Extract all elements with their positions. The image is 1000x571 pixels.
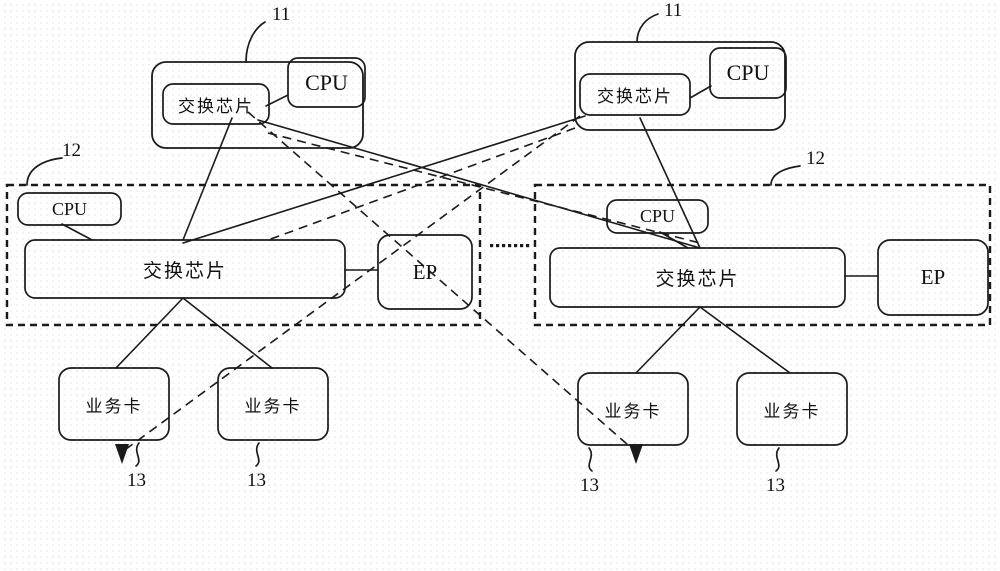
dashed-path-arrowheads bbox=[115, 444, 643, 464]
arrowhead-card3 bbox=[629, 444, 643, 464]
top-module-right-outline bbox=[574, 41, 786, 131]
link-right-switch-card4 bbox=[699, 306, 791, 374]
line-card-right-boundary bbox=[533, 183, 992, 327]
leader-ref11-right bbox=[636, 13, 659, 43]
top-left-cpu-box bbox=[287, 57, 366, 108]
link-left-switch-card1 bbox=[115, 297, 184, 369]
link-left-switch-card2 bbox=[182, 297, 273, 369]
link-topleft-to-leftcard bbox=[182, 117, 233, 241]
ellipsis-between-line-cards bbox=[490, 244, 530, 248]
top-left-switch-chip-box bbox=[162, 83, 270, 125]
leader-ref13-card1 bbox=[135, 442, 140, 467]
diagram-vector-layer bbox=[5, 13, 992, 472]
dashed-path-lines bbox=[121, 111, 701, 453]
left-card-cpu-box bbox=[17, 192, 122, 226]
leader-ref13-card3 bbox=[588, 447, 593, 472]
leader-ref13-card4 bbox=[775, 447, 780, 472]
arrowhead-card1 bbox=[115, 444, 129, 464]
top-right-cpu-box bbox=[709, 47, 787, 99]
line-card-left-boundary bbox=[5, 183, 482, 327]
right-card-switch-chip-box bbox=[549, 247, 846, 308]
left-card-switch-chip-box bbox=[24, 239, 346, 299]
reference-leader-lines bbox=[26, 13, 801, 472]
leader-ref11-left bbox=[245, 21, 266, 63]
leader-ref13-card2 bbox=[255, 442, 260, 467]
link-left-cpu-switch bbox=[61, 223, 93, 241]
right-card-ep-box bbox=[877, 239, 989, 316]
dashed-link-topleft-shallow bbox=[267, 132, 701, 244]
service-card-3-box bbox=[577, 372, 689, 446]
leader-ref12-left bbox=[26, 157, 63, 186]
left-card-ep-box bbox=[377, 234, 473, 310]
link-topright-to-leftcard bbox=[182, 115, 586, 244]
top-module-left-outline bbox=[151, 61, 364, 149]
link-right-switch-card3 bbox=[635, 306, 701, 374]
top-right-switch-chip-box bbox=[579, 73, 691, 116]
solid-connection-lines bbox=[61, 85, 879, 374]
link-topright-cpu-switch bbox=[689, 85, 712, 99]
dashed-path-topright-to-card1 bbox=[121, 115, 581, 453]
service-card-4-box bbox=[736, 372, 848, 446]
service-card-2-box bbox=[217, 367, 329, 441]
right-card-cpu-box bbox=[606, 199, 709, 234]
link-topright-to-rightcard bbox=[639, 117, 701, 249]
leader-ref12-right bbox=[770, 165, 801, 186]
figure-canvas: 交换芯片 CPU 交换芯片 CPU CPU 交换芯片 EP CPU 交换芯片 E… bbox=[0, 0, 1000, 571]
